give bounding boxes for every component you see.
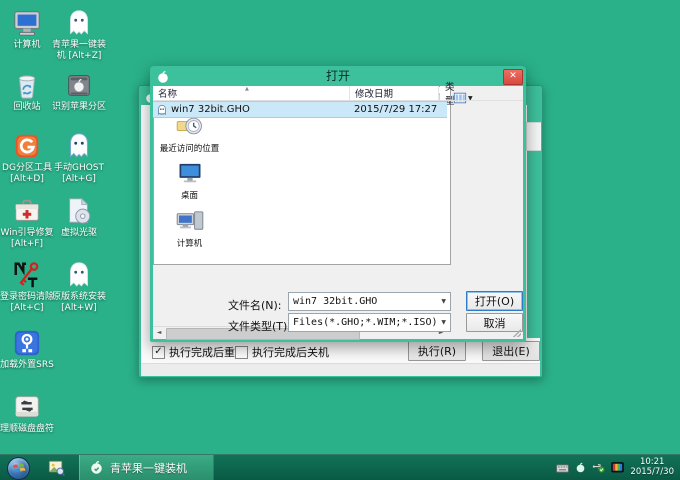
file-type-value: Files(*.GHO;*.WIM;*.ISO) bbox=[293, 317, 437, 328]
column-header-date[interactable]: 修改日期 bbox=[350, 86, 439, 100]
usb-safely-remove-icon[interactable] bbox=[592, 458, 605, 477]
desktop-icon-qpg-onekey[interactable]: 青苹果一键装机 [Alt+Z] bbox=[52, 8, 106, 62]
file-row-selected[interactable]: win7 32bit.GHO 2015/7/29 17:27 bbox=[153, 101, 447, 118]
apple-tray-icon[interactable] bbox=[575, 458, 586, 477]
checkbox-unchecked-icon[interactable] bbox=[235, 346, 248, 359]
display-settings-icon[interactable] bbox=[611, 458, 624, 477]
chevron-down-icon[interactable]: ▼ bbox=[437, 319, 450, 326]
apple-icon bbox=[156, 69, 170, 83]
place-desktop[interactable]: 桌面 bbox=[157, 163, 222, 201]
recent-places-icon bbox=[175, 115, 205, 137]
column-header-name[interactable]: 名称 bbox=[153, 86, 350, 100]
chevron-down-icon[interactable]: ▼ bbox=[437, 298, 450, 305]
desktop-icon-label: 青苹果一键装机 [Alt+Z] bbox=[52, 40, 106, 62]
desktop-icon-win-boot-repair[interactable]: Win引导修复 [Alt+F] bbox=[0, 196, 54, 250]
open-dialog: 打开 ✕ 查找范围(I): GHO ▼ bbox=[150, 66, 526, 342]
green-apple-icon bbox=[89, 460, 104, 475]
desktop-icon-dg-tool[interactable]: DG分区工具 [Alt+D] bbox=[0, 131, 54, 185]
recycle-bin-icon bbox=[12, 70, 42, 100]
clock-date: 2015/7/30 bbox=[630, 468, 674, 478]
main-window-panel-edge bbox=[526, 122, 541, 151]
desktop-icon-label: 加载外置SRS bbox=[0, 360, 54, 371]
place-recent[interactable]: 最近访问的位置 bbox=[157, 115, 222, 154]
desktop-icon-label: 虚拟光驱 bbox=[52, 228, 106, 239]
desktop-icon-computer[interactable]: 计算机 bbox=[0, 8, 54, 51]
desktop-icon-label: 回收站 bbox=[0, 102, 54, 113]
exit-button[interactable]: 退出(E) bbox=[482, 341, 540, 361]
places-bar: 最近访问的位置 桌面 计算机 bbox=[157, 112, 222, 288]
ghost-icon bbox=[64, 8, 94, 38]
dialog-title: 打开 bbox=[150, 66, 526, 86]
desktop-icon-label: 原版系统安装 [Alt+W] bbox=[52, 292, 106, 314]
taskbar-clock[interactable]: 10:21 2015/7/30 bbox=[630, 458, 674, 478]
shutdown-after-label: 执行完成后关机 bbox=[252, 344, 329, 360]
keyboard-icon[interactable] bbox=[556, 458, 569, 477]
desktop-icon-apple-partition[interactable]: 识别苹果分区 bbox=[52, 70, 106, 113]
desktop-icon-label: 识别苹果分区 bbox=[52, 102, 106, 113]
nt-key-icon bbox=[12, 260, 42, 290]
taskbar-app-label: 青苹果一键装机 bbox=[110, 460, 187, 476]
view-menu-icon[interactable]: ▼ bbox=[453, 91, 473, 105]
system-tray: 10:21 2015/7/30 bbox=[556, 455, 680, 480]
restart-after-checkbox[interactable]: ✓ 执行完成后重启 bbox=[152, 344, 246, 360]
main-window-status-strip bbox=[141, 363, 540, 376]
column-header-type[interactable]: 类型 bbox=[440, 86, 449, 100]
desktop-icon-label: 理顺磁盘盘符 bbox=[0, 424, 54, 435]
desktop-icon-disk-letter[interactable]: 理顺磁盘盘符 bbox=[0, 392, 54, 435]
file-type-combobox[interactable]: Files(*.GHO;*.WIM;*.ISO) ▼ bbox=[288, 313, 451, 332]
image-tool-icon[interactable] bbox=[48, 459, 65, 476]
first-aid-kit-icon bbox=[12, 196, 42, 226]
desktop-icon-manual-ghost[interactable]: 手动GHOST [Alt+G] bbox=[52, 131, 106, 185]
taskbar: 青苹果一键装机 10:21 2015/7/30 bbox=[0, 454, 680, 480]
ghost-icon bbox=[64, 260, 94, 290]
disc-document-icon bbox=[64, 196, 94, 226]
close-icon[interactable]: ✕ bbox=[503, 69, 523, 85]
file-name-value: win7 32bit.GHO bbox=[293, 296, 377, 307]
desktop-icon-label: 登录密码清除 [Alt+C] bbox=[0, 292, 54, 314]
disk-swap-icon bbox=[12, 392, 42, 422]
desktop-icon-label: DG分区工具 [Alt+D] bbox=[0, 163, 54, 185]
desktop-icon-label: 计算机 bbox=[0, 40, 54, 51]
desktop-icon-load-srs[interactable]: 加载外置SRS bbox=[0, 328, 54, 371]
sort-ascending-icon: ▲ bbox=[245, 86, 249, 92]
computer-icon bbox=[12, 8, 42, 38]
ghost-icon bbox=[64, 131, 94, 161]
shutdown-after-checkbox[interactable]: 执行完成后关机 bbox=[235, 344, 329, 360]
taskbar-app-button[interactable]: 青苹果一键装机 bbox=[79, 455, 214, 480]
place-computer[interactable]: 计算机 bbox=[157, 210, 222, 249]
run-button[interactable]: 执行(R) bbox=[408, 341, 466, 361]
file-type-label: 文件类型(T): bbox=[228, 318, 291, 334]
dialog-body: 查找范围(I): GHO ▼ bbox=[153, 86, 523, 339]
desktop-icon-virtual-cdrom[interactable]: 虚拟光驱 bbox=[52, 196, 106, 239]
desktop-icon-label: Win引导修复 [Alt+F] bbox=[0, 228, 54, 250]
desktop-icon-password-clear[interactable]: 登录密码清除 [Alt+C] bbox=[0, 260, 54, 314]
desktop-icon-recycle-bin[interactable]: 回收站 bbox=[0, 70, 54, 113]
start-button[interactable] bbox=[7, 457, 30, 480]
desktop-icon-original-install[interactable]: 原版系统安装 [Alt+W] bbox=[52, 260, 106, 314]
harddisk-apple-icon bbox=[64, 70, 94, 100]
open-button[interactable]: 打开(O) bbox=[466, 291, 523, 311]
windows-flag-icon bbox=[8, 458, 29, 479]
ghost-file-icon bbox=[156, 104, 168, 116]
desktop: 计算机 青苹果一键装机 [Alt+Z] 回收站 识别苹果分区 DG分区工具 [A… bbox=[0, 0, 680, 480]
dg-icon bbox=[12, 131, 42, 161]
desktop-place-icon bbox=[176, 163, 204, 184]
file-name-combobox[interactable]: win7 32bit.GHO ▼ bbox=[288, 292, 451, 311]
desktop-icon-label: 手动GHOST [Alt+G] bbox=[52, 163, 106, 185]
checkbox-checked-icon[interactable]: ✓ bbox=[152, 346, 165, 359]
srs-firewire-icon bbox=[12, 328, 42, 358]
file-name-label: 文件名(N): bbox=[228, 297, 282, 313]
computer-place-icon bbox=[175, 210, 205, 232]
resize-grip[interactable] bbox=[513, 329, 521, 337]
